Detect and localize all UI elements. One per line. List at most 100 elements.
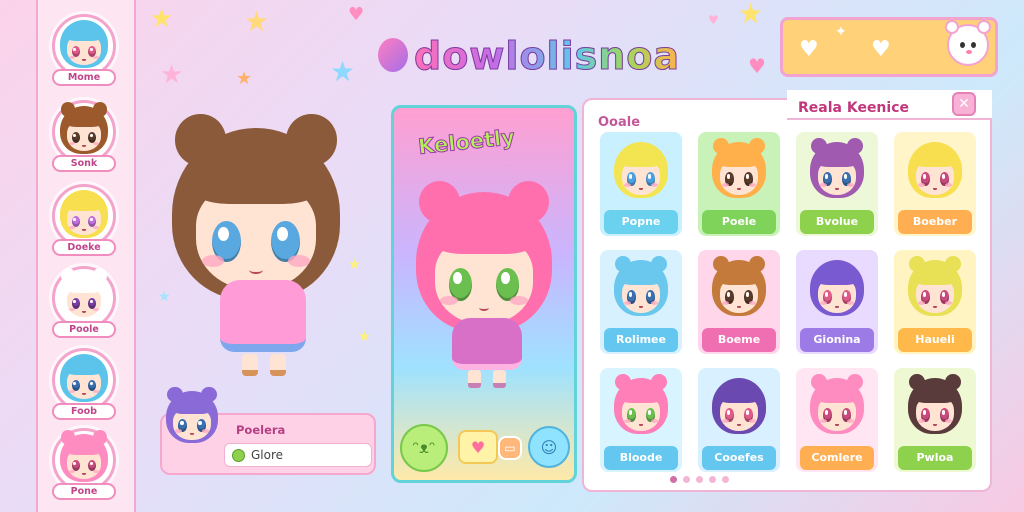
gallery-tile-label: Cooefes xyxy=(702,446,776,470)
character-blush xyxy=(93,469,100,473)
gallery-tile[interactable]: Poele xyxy=(698,132,780,236)
character-bangs xyxy=(815,146,859,167)
gallery-tile-label: Comlere xyxy=(800,446,874,470)
gallery-tile[interactable]: Pwloa xyxy=(894,368,976,472)
character-bangs xyxy=(64,357,104,376)
gallery-tile-label: Bloode xyxy=(604,446,678,470)
heart-button[interactable]: ♥ xyxy=(458,430,498,464)
sidebar-character-6[interactable]: Pone xyxy=(48,428,120,500)
character-blush xyxy=(68,307,75,311)
tile-character-avatar xyxy=(908,373,962,434)
sidebar-character-2[interactable]: Sonk xyxy=(48,100,120,172)
featured-character-dress xyxy=(452,318,522,370)
character-bangs xyxy=(619,382,663,403)
main-character-head[interactable] xyxy=(172,114,340,300)
character-bangs xyxy=(64,109,104,128)
gallery-tile[interactable]: Bloode xyxy=(600,368,682,472)
star-icon: ★ xyxy=(358,329,371,345)
tile-character-avatar xyxy=(810,260,864,316)
character-bangs xyxy=(717,382,761,403)
gallery-tile-label: Boeme xyxy=(702,328,776,352)
sidebar-character-1[interactable]: Mome xyxy=(48,14,120,86)
tile-character-avatar xyxy=(614,255,668,316)
character-bangs xyxy=(913,382,957,403)
heart-icon[interactable]: ♥ xyxy=(871,37,891,62)
main-character-dress[interactable] xyxy=(220,280,306,352)
character-name-value: Glore xyxy=(251,448,284,462)
gallery-header-title: Reala Keenice xyxy=(798,100,909,116)
character-mouth xyxy=(638,187,644,190)
sidebar-character-label: Foob xyxy=(52,403,116,420)
character-name-input[interactable]: Glore xyxy=(224,443,372,467)
featured-card-actions: ᵔᴥᵔ ♥ ▭ ☺ xyxy=(400,420,574,476)
character-blush xyxy=(93,55,100,59)
gallery-tile[interactable]: Rolimee xyxy=(600,250,682,354)
avatar xyxy=(60,190,108,238)
tile-character-avatar xyxy=(810,373,864,434)
character-mouth xyxy=(82,228,86,231)
character-bangs xyxy=(815,382,859,403)
character-bangs xyxy=(64,193,104,212)
share-button[interactable]: ☺ xyxy=(528,426,570,468)
app-title: dowlolisnoa xyxy=(413,34,681,79)
close-button[interactable]: ✕ xyxy=(952,92,976,116)
character-mouth xyxy=(932,305,938,308)
gallery-tile[interactable]: Popne xyxy=(600,132,682,236)
sidebar-character-label: Sonk xyxy=(52,155,116,172)
gallery-pagination[interactable] xyxy=(670,476,729,483)
gallery-tile-label: Gionina xyxy=(800,328,874,352)
character-bangs xyxy=(717,146,761,167)
sidebar-character-4[interactable]: Poole xyxy=(48,266,120,338)
gallery-tile[interactable]: Comlere xyxy=(796,368,878,472)
featured-card-title: Keloetly xyxy=(417,124,517,160)
sparkle-icon: ✦ xyxy=(835,24,847,40)
featured-character-card[interactable]: Keloetly ᵔᴥᵔ ♥ ▭ ☺ xyxy=(391,105,577,483)
page-dot[interactable] xyxy=(696,476,703,483)
featured-character-head[interactable] xyxy=(416,180,552,332)
character-bangs xyxy=(64,275,104,294)
character-bangs xyxy=(815,264,859,285)
character-blush xyxy=(68,389,75,393)
character-mouth xyxy=(736,305,742,308)
gallery-tile-label: Pwloa xyxy=(898,446,972,470)
gallery-tile[interactable]: Haueli xyxy=(894,250,976,354)
character-bangs xyxy=(64,437,104,456)
character-bangs xyxy=(913,264,957,285)
sidebar-character-label: Poole xyxy=(52,321,116,338)
character-mouth xyxy=(736,423,742,426)
character-blush xyxy=(93,389,100,393)
tile-character-avatar xyxy=(810,137,864,198)
character-mouth xyxy=(82,58,86,61)
sidebar-character-label: Mome xyxy=(52,69,116,86)
tag-button[interactable]: ▭ xyxy=(498,436,522,460)
gallery-tile-label: Bvolue xyxy=(800,210,874,234)
heart-icon[interactable]: ♥ xyxy=(799,37,819,62)
character-mouth xyxy=(834,187,840,190)
character-mouth xyxy=(82,472,86,475)
page-dot[interactable] xyxy=(722,476,729,483)
character-bangs xyxy=(64,23,104,42)
gallery-tile-label: Popne xyxy=(604,210,678,234)
character-bangs xyxy=(717,264,761,285)
character-blush xyxy=(68,55,75,59)
favorites-bar[interactable]: ♥ ✦ ♥ xyxy=(780,17,998,77)
gallery-section-title: Ooale xyxy=(598,115,641,130)
gallery-tile[interactable]: Gionina xyxy=(796,250,878,354)
page-dot[interactable] xyxy=(709,476,716,483)
character-blush xyxy=(93,141,100,145)
gallery-tile-label: Poele xyxy=(702,210,776,234)
character-bangs xyxy=(619,146,663,167)
sidebar-character-5[interactable]: Foob xyxy=(48,348,120,420)
character-mouth xyxy=(638,423,644,426)
gallery-tile[interactable]: Boeber xyxy=(894,132,976,236)
gallery-tile[interactable]: Cooefes xyxy=(698,368,780,472)
page-dot[interactable] xyxy=(670,476,677,483)
gallery-tile[interactable]: Bvolue xyxy=(796,132,878,236)
heart-icon: ♥ xyxy=(708,13,719,27)
frog-sticker-button[interactable]: ᵔᴥᵔ xyxy=(400,424,448,472)
character-mouth xyxy=(736,187,742,190)
avatar xyxy=(60,268,108,320)
page-dot[interactable] xyxy=(683,476,690,483)
sidebar-character-3[interactable]: Doeke xyxy=(48,184,120,256)
gallery-tile[interactable]: Boeme xyxy=(698,250,780,354)
